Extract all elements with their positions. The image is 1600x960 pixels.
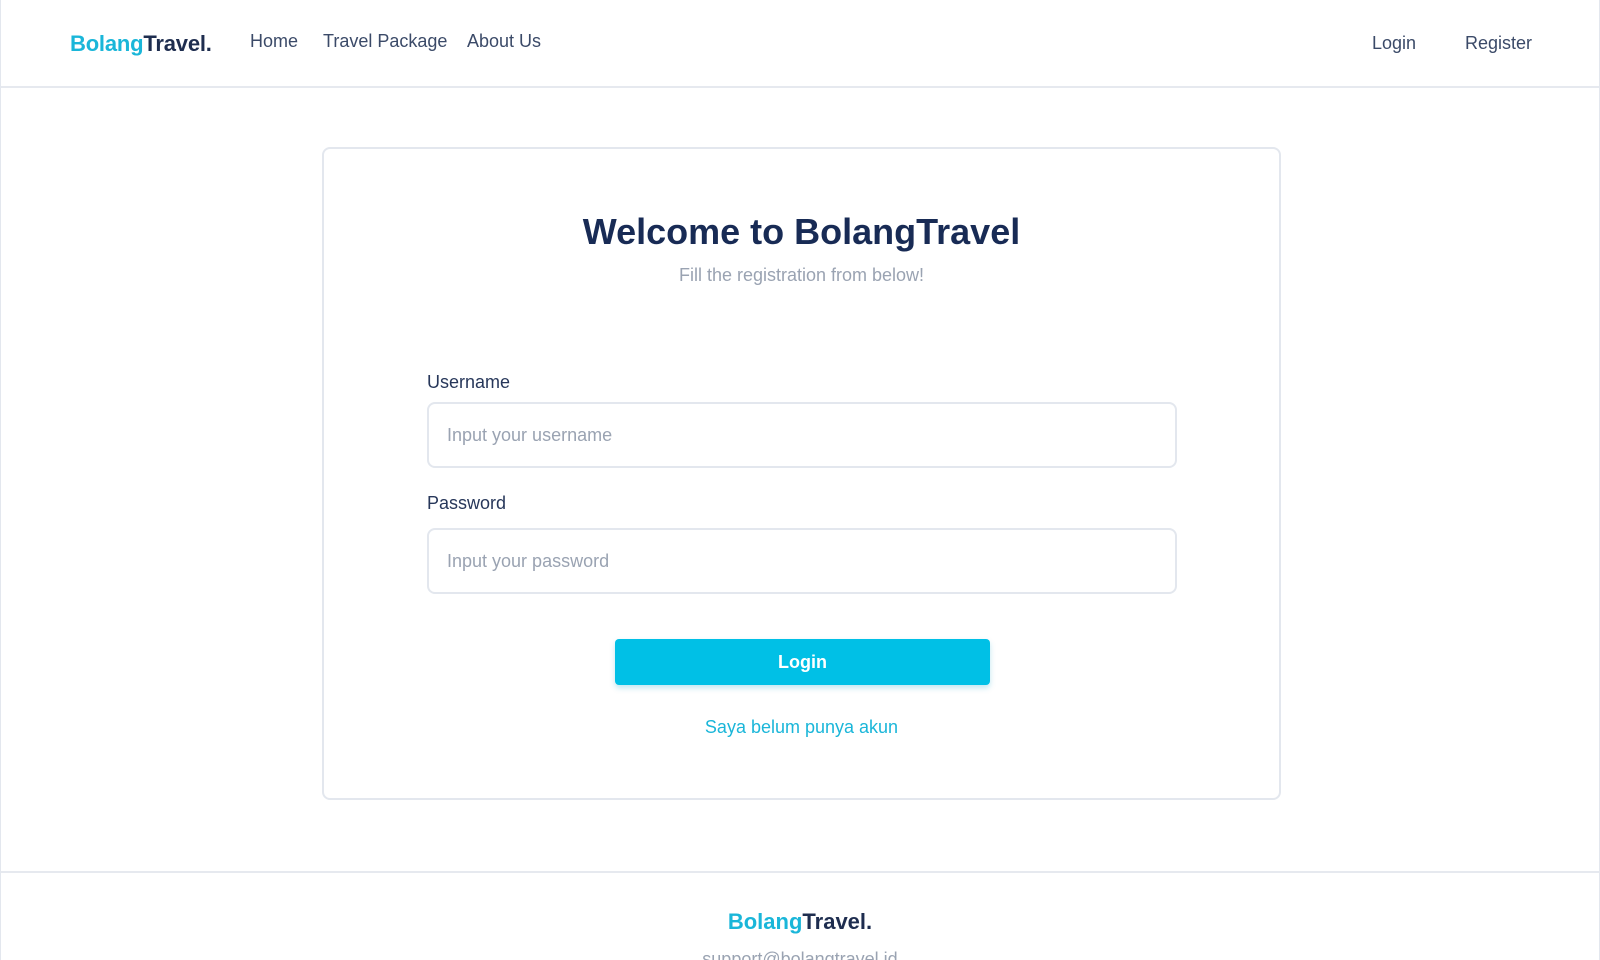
nav-link-home[interactable]: Home bbox=[250, 31, 298, 52]
password-input[interactable] bbox=[427, 528, 1177, 594]
footer-brand-part1: Bolang bbox=[727, 909, 803, 934]
footer: BolangTravel. support@bolangtravel.id bbox=[1, 871, 1599, 960]
register-account-link[interactable]: Saya belum punya akun bbox=[324, 717, 1279, 738]
nav-link-about-us[interactable]: About Us bbox=[467, 31, 541, 52]
top-navbar: BolangTravel. Home Travel Package About … bbox=[1, 0, 1599, 88]
brand-logo[interactable]: BolangTravel. bbox=[70, 31, 212, 57]
password-label: Password bbox=[427, 493, 507, 513]
page-title: Welcome to BolangTravel bbox=[582, 211, 1021, 252]
username-input[interactable] bbox=[427, 402, 1177, 468]
footer-brand-logo: BolangTravel. bbox=[1, 909, 1599, 935]
footer-brand-part2: Travel. bbox=[802, 909, 873, 934]
brand-logo-part2: Travel. bbox=[143, 31, 212, 56]
page-subtitle: Fill the registration from below! bbox=[678, 265, 925, 285]
login-card: Welcome to BolangTravel Fill the registr… bbox=[322, 147, 1281, 800]
page: BolangTravel. Home Travel Package About … bbox=[0, 0, 1600, 960]
username-label: Username bbox=[427, 372, 511, 392]
nav-login-link[interactable]: Login bbox=[1372, 33, 1416, 54]
footer-email: support@bolangtravel.id bbox=[702, 949, 898, 960]
nav-link-travel-package[interactable]: Travel Package bbox=[323, 31, 447, 52]
nav-register-link[interactable]: Register bbox=[1465, 33, 1532, 54]
brand-logo-part1: Bolang bbox=[70, 31, 144, 56]
login-button[interactable]: Login bbox=[615, 639, 990, 685]
